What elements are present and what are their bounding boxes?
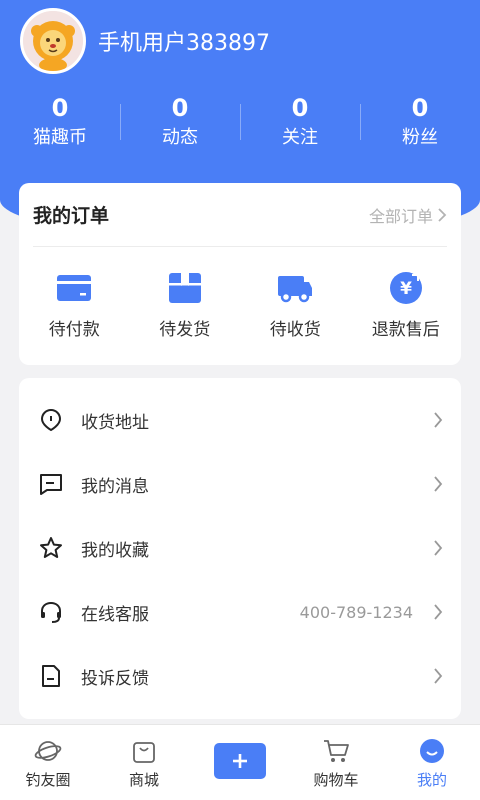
menu-messages[interactable]: 我的消息 xyxy=(19,452,461,516)
order-status-row: 待付款 待发货 待收货 ¥ 退款售后 xyxy=(19,271,461,340)
all-orders-link[interactable]: 全部订单 xyxy=(369,203,447,227)
smile-face-icon xyxy=(418,737,446,765)
stat-label: 动态 xyxy=(162,127,198,148)
orders-title: 我的订单 xyxy=(33,205,110,227)
settings-menu: 收货地址 我的消息 我的收藏 在线客服 400-789-1234 投诉反馈 xyxy=(19,378,461,719)
location-pin-icon xyxy=(39,408,63,432)
menu-favorites[interactable]: 我的收藏 xyxy=(19,516,461,580)
shopping-bag-icon xyxy=(130,737,158,765)
delivery-truck-icon xyxy=(277,271,313,305)
menu-label: 在线客服 xyxy=(81,604,149,625)
stat-value: 0 xyxy=(171,94,189,122)
menu-customer-service[interactable]: 在线客服 400-789-1234 xyxy=(19,580,461,644)
order-pending-shipment[interactable]: 待发货 xyxy=(130,271,241,340)
menu-label: 我的收藏 xyxy=(81,540,149,561)
all-orders-label: 全部订单 xyxy=(368,206,433,226)
chevron-right-icon xyxy=(434,604,443,620)
avatar[interactable] xyxy=(20,8,86,74)
orders-card: 我的订单 全部订单 待付款 待发货 待收货 ¥ 退款售后 xyxy=(19,183,461,365)
plus-icon xyxy=(233,754,247,768)
message-icon xyxy=(39,472,63,496)
planet-icon xyxy=(34,737,62,765)
wallet-card-icon xyxy=(56,271,92,305)
package-box-icon xyxy=(167,271,203,305)
menu-shipping-address[interactable]: 收货地址 xyxy=(19,388,461,452)
tab-fishing-circle[interactable]: 钓友圈 xyxy=(0,725,96,800)
order-label: 待付款 xyxy=(48,320,100,340)
tab-publish[interactable] xyxy=(192,725,288,800)
chevron-right-icon xyxy=(434,540,443,556)
stat-value: 0 xyxy=(51,94,69,122)
stat-label: 关注 xyxy=(282,127,318,148)
profile-block[interactable]: 手机用户383897 xyxy=(20,8,270,74)
service-phone[interactable]: 400-789-1234 xyxy=(300,603,413,622)
chevron-right-icon xyxy=(434,412,443,428)
stats-row: 0 猫趣币 0 动态 0 关注 0 粉丝 xyxy=(0,92,480,152)
order-pending-receipt[interactable]: 待收货 xyxy=(240,271,351,340)
stat-value: 0 xyxy=(411,94,429,122)
menu-label: 我的消息 xyxy=(81,476,149,497)
tab-label: 我的 xyxy=(416,771,447,789)
tab-mine[interactable]: 我的 xyxy=(384,725,480,800)
publish-button[interactable] xyxy=(214,743,266,779)
menu-label: 收货地址 xyxy=(81,412,149,433)
menu-label: 投诉反馈 xyxy=(81,668,149,689)
stat-label: 猫趣币 xyxy=(33,127,87,148)
bottom-tab-bar: 钓友圈 商城 购物车 我的 xyxy=(0,724,480,800)
stat-value: 0 xyxy=(291,94,309,122)
tab-cart[interactable]: 购物车 xyxy=(288,725,384,800)
stat-coins[interactable]: 0 猫趣币 xyxy=(0,92,120,152)
stat-followers[interactable]: 0 粉丝 xyxy=(360,92,480,152)
chevron-right-icon xyxy=(438,207,447,222)
stat-label: 粉丝 xyxy=(402,127,438,148)
username: 手机用户383897 xyxy=(98,31,270,56)
tab-label: 钓友圈 xyxy=(25,771,71,789)
order-label: 退款售后 xyxy=(371,320,440,340)
headset-icon xyxy=(39,600,63,624)
order-pending-payment[interactable]: 待付款 xyxy=(19,271,130,340)
order-refund[interactable]: ¥ 退款售后 xyxy=(351,271,462,340)
tab-label: 商城 xyxy=(128,771,159,789)
menu-feedback[interactable]: 投诉反馈 xyxy=(19,644,461,708)
svg-text:¥: ¥ xyxy=(400,279,412,299)
lion-avatar-icon xyxy=(23,11,83,71)
chevron-right-icon xyxy=(434,476,443,492)
orders-header: 我的订单 全部订单 xyxy=(33,183,447,247)
star-icon xyxy=(39,536,63,560)
cart-icon xyxy=(322,737,350,765)
stat-posts[interactable]: 0 动态 xyxy=(120,92,240,152)
tab-label: 购物车 xyxy=(313,771,359,789)
yuan-refund-icon: ¥ xyxy=(388,271,424,305)
document-icon xyxy=(39,664,63,688)
order-label: 待发货 xyxy=(159,320,211,340)
chevron-right-icon xyxy=(434,668,443,684)
order-label: 待收货 xyxy=(269,320,321,340)
stat-following[interactable]: 0 关注 xyxy=(240,92,360,152)
tab-mall[interactable]: 商城 xyxy=(96,725,192,800)
